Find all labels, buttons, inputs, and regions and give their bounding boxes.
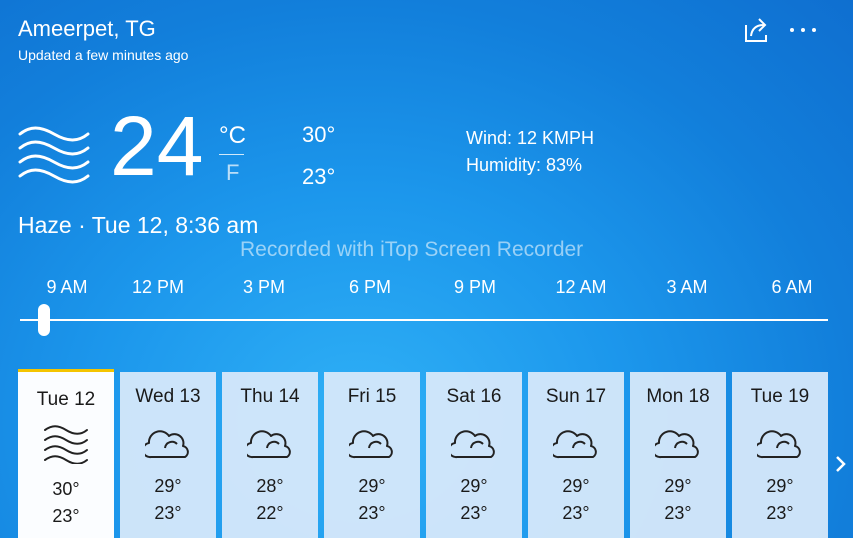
day-name: Fri 15 xyxy=(347,386,397,407)
day-high: 29° xyxy=(562,476,590,496)
current-temperature: 24 xyxy=(110,99,204,193)
cloudy-icon xyxy=(451,430,495,459)
day-name: Wed 13 xyxy=(135,386,201,407)
hourly-slider-thumb[interactable] xyxy=(38,304,51,336)
cloudy-icon xyxy=(757,430,801,459)
day-low: 22° xyxy=(256,503,284,523)
location-title: Ameerpet, TG xyxy=(18,16,156,41)
hour-label[interactable]: 12 AM xyxy=(555,277,606,298)
more-icon xyxy=(790,28,816,32)
day-name: Tue 19 xyxy=(750,386,810,407)
cloudy-icon xyxy=(553,430,597,459)
share-icon xyxy=(745,18,767,42)
day-card-fri-15[interactable]: Fri 15 29° 23° xyxy=(324,372,420,538)
condition-text: Haze · Tue 12, 8:36 am xyxy=(18,212,259,238)
day-card-thu-14[interactable]: Thu 14 28° 22° xyxy=(222,372,318,538)
hourly-slider-track[interactable] xyxy=(20,319,828,321)
day-high: 29° xyxy=(358,476,386,496)
hour-label[interactable]: 9 PM xyxy=(454,277,496,298)
cloudy-icon xyxy=(247,430,291,459)
chevron-right-icon xyxy=(836,456,846,472)
day-card-tue-12[interactable]: Tue 12 30° 23° xyxy=(18,369,114,538)
day-low: 23° xyxy=(154,503,182,523)
unit-celsius[interactable]: °C xyxy=(219,122,246,150)
day-low: 23° xyxy=(766,503,794,523)
humidity-text: Humidity: 83% xyxy=(466,155,583,175)
day-card-mon-18[interactable]: Mon 18 29° 23° xyxy=(630,372,726,538)
day-name: Tue 12 xyxy=(36,389,96,410)
hour-label[interactable]: 3 PM xyxy=(243,277,285,298)
watermark: Recorded with iTop Screen Recorder xyxy=(240,238,584,261)
today-high: 30° xyxy=(302,122,336,147)
day-card-wed-13[interactable]: Wed 13 29° 23° xyxy=(120,372,216,538)
day-low: 23° xyxy=(52,506,80,526)
day-card-sun-17[interactable]: Sun 17 29° 23° xyxy=(528,372,624,538)
day-low: 23° xyxy=(562,503,590,523)
hour-label[interactable]: 9 AM xyxy=(46,277,87,298)
day-card-sat-16[interactable]: Sat 16 29° 23° xyxy=(426,372,522,538)
hour-label[interactable]: 6 PM xyxy=(349,277,391,298)
day-high: 29° xyxy=(460,476,488,496)
day-name: Mon 18 xyxy=(646,386,710,407)
day-high: 29° xyxy=(766,476,794,496)
share-button[interactable] xyxy=(742,16,772,44)
day-name: Thu 14 xyxy=(240,386,300,407)
cloudy-icon xyxy=(145,430,189,459)
day-high: 30° xyxy=(52,479,80,499)
day-high: 28° xyxy=(256,476,284,496)
day-name: Sun 17 xyxy=(545,386,607,407)
unit-divider xyxy=(219,154,244,155)
day-high: 29° xyxy=(664,476,692,496)
cloudy-icon xyxy=(349,430,393,459)
day-low: 23° xyxy=(358,503,386,523)
unit-fahrenheit[interactable]: F xyxy=(226,160,239,186)
wind-text: Wind: 12 KMPH xyxy=(466,128,595,148)
hour-label[interactable]: 3 AM xyxy=(666,277,707,298)
day-low: 23° xyxy=(460,503,488,523)
day-card-tue-19[interactable]: Tue 19 29° 23° xyxy=(732,372,828,538)
updated-text: Updated a few minutes ago xyxy=(18,47,189,63)
hour-label[interactable]: 6 AM xyxy=(771,277,812,298)
haze-icon xyxy=(18,126,90,186)
day-name: Sat 16 xyxy=(446,386,502,407)
next-days-button[interactable] xyxy=(832,452,850,476)
today-low: 23° xyxy=(302,164,336,189)
more-button[interactable] xyxy=(788,20,818,40)
day-low: 23° xyxy=(664,503,692,523)
cloudy-icon xyxy=(655,430,699,459)
day-high: 29° xyxy=(154,476,182,496)
hour-label[interactable]: 12 PM xyxy=(132,277,184,298)
haze-icon xyxy=(44,425,88,464)
